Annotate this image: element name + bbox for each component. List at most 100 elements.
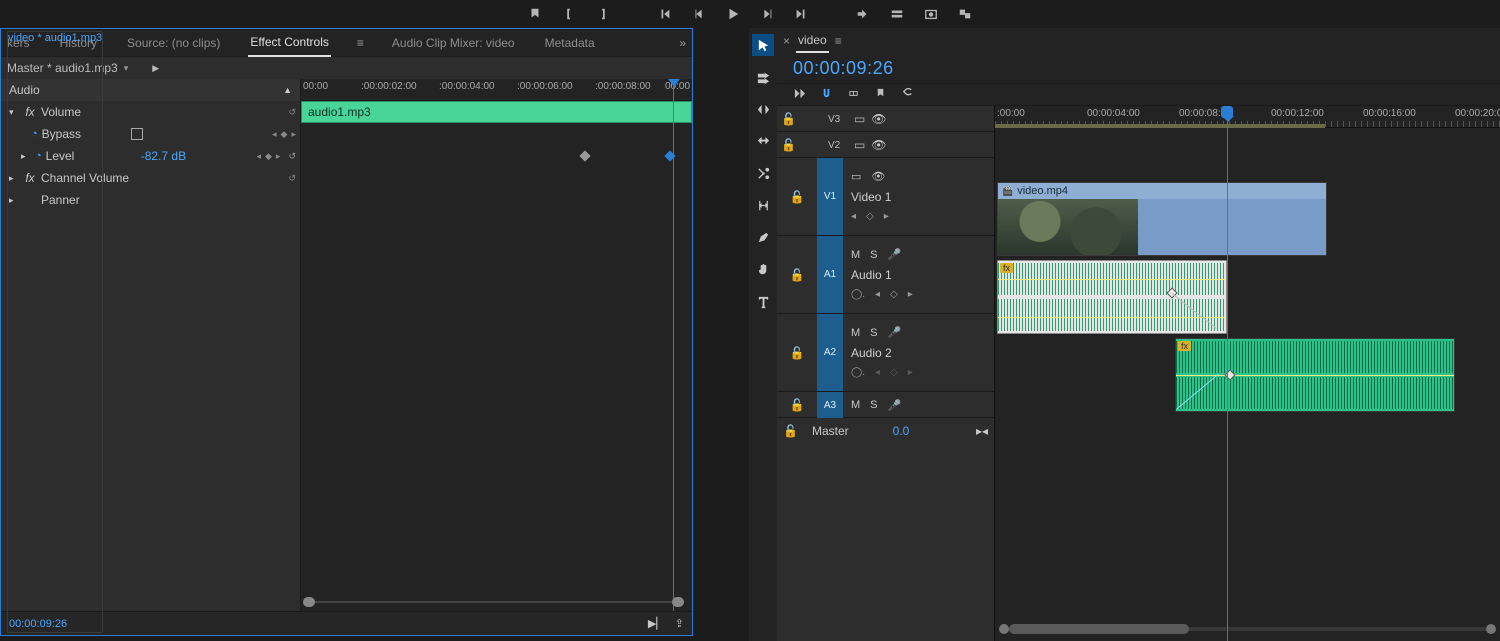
lock-a2-icon[interactable]: 🔓 bbox=[790, 346, 805, 360]
compare-icon[interactable] bbox=[957, 6, 973, 22]
effect-playhead[interactable] bbox=[673, 79, 674, 611]
panel-menu-icon[interactable]: ≡ bbox=[357, 36, 364, 50]
v1-tag[interactable]: V1 bbox=[817, 158, 843, 235]
kf-prev-level-icon[interactable]: ◂ bbox=[256, 151, 261, 162]
out-bracket-icon[interactable] bbox=[595, 6, 611, 22]
video-clip[interactable]: 🎬 video.mp4 bbox=[997, 182, 1327, 256]
timeline-timecode[interactable]: 00:00:09:26 bbox=[793, 58, 894, 79]
bypass-checkbox[interactable] bbox=[131, 128, 143, 140]
kf-next-level-icon[interactable]: ▸ bbox=[276, 151, 281, 162]
play-icon[interactable] bbox=[725, 6, 741, 22]
export-icon[interactable]: ⇪ bbox=[675, 617, 684, 630]
razor-tool-icon[interactable] bbox=[752, 162, 774, 184]
in-bracket-icon[interactable] bbox=[561, 6, 577, 22]
lock-a3-icon[interactable]: 🔓 bbox=[790, 398, 805, 412]
reset-chvol-icon[interactable]: ↺ bbox=[288, 173, 296, 184]
zoom-thumb-left[interactable] bbox=[303, 597, 315, 607]
v1-kf-next-icon[interactable]: ▸ bbox=[884, 211, 889, 222]
timeline-hscroll[interactable] bbox=[995, 623, 1500, 635]
clip-fx-icon[interactable]: 🎬 bbox=[1002, 186, 1013, 197]
crumb-play-icon[interactable]: ▶ bbox=[152, 63, 159, 74]
a1-kf-add-icon[interactable]: ◇ bbox=[890, 289, 898, 300]
overwrite-icon[interactable] bbox=[889, 6, 905, 22]
tab-audio-mixer[interactable]: Audio Clip Mixer: video bbox=[390, 30, 517, 56]
go-to-out-icon[interactable] bbox=[793, 6, 809, 22]
type-tool-icon[interactable] bbox=[752, 290, 774, 312]
tab-effect-controls[interactable]: Effect Controls bbox=[248, 29, 330, 57]
sequence-close-icon[interactable]: × bbox=[783, 34, 790, 48]
tab-source[interactable]: Source: (no clips) bbox=[125, 30, 222, 56]
a1-kf-next-icon[interactable]: ▸ bbox=[908, 289, 913, 300]
step-fwd-icon[interactable] bbox=[759, 6, 775, 22]
a1-kf-toggle-icon[interactable]: ◯. bbox=[851, 289, 865, 300]
audio2-clip[interactable]: fx bbox=[1175, 338, 1455, 412]
pen-tool-icon[interactable] bbox=[752, 226, 774, 248]
mute-a2[interactable]: M bbox=[851, 327, 860, 339]
hscroll-cap-right[interactable] bbox=[1486, 624, 1496, 634]
audio2-fx-badge-icon[interactable]: fx bbox=[1178, 341, 1191, 351]
lock-master-icon[interactable]: 🔓 bbox=[783, 424, 798, 438]
section-collapse-icon[interactable]: ▲ bbox=[283, 85, 292, 95]
track-select-tool-icon[interactable] bbox=[752, 66, 774, 88]
track-lanes[interactable]: :00:00 00:00:04:00 00:00:08:00 00:00:12:… bbox=[995, 106, 1500, 641]
zoom-thumb-right[interactable] bbox=[672, 597, 684, 607]
reset-level-icon[interactable]: ↺ bbox=[288, 151, 296, 162]
sequence-tab[interactable]: video bbox=[796, 29, 829, 53]
nest-icon[interactable] bbox=[793, 87, 806, 103]
keyframe-dot[interactable] bbox=[579, 150, 590, 161]
reset-volume-icon[interactable]: ↺ bbox=[288, 107, 296, 118]
a1-tag[interactable]: A1 bbox=[817, 236, 843, 313]
record-a2-icon[interactable]: 🎤 bbox=[888, 326, 902, 339]
kf-prev-icon[interactable]: ◂ bbox=[272, 129, 277, 140]
lock-a1-icon[interactable]: 🔓 bbox=[790, 268, 805, 282]
lock-v1-icon[interactable]: 🔓 bbox=[790, 190, 805, 204]
eye-v2-icon[interactable]: 👁 bbox=[871, 138, 886, 152]
a2-kf-prev-icon[interactable]: ◂ bbox=[875, 367, 880, 378]
level-value[interactable]: -82.7 dB bbox=[141, 149, 186, 163]
crumb-clip[interactable]: video * audio1.mp3 bbox=[7, 31, 103, 633]
go-to-in-icon[interactable] bbox=[657, 6, 673, 22]
target-v1-icon[interactable]: ▭ bbox=[851, 170, 861, 183]
linked-selection-icon[interactable] bbox=[847, 87, 860, 103]
record-a1-icon[interactable]: 🎤 bbox=[888, 248, 902, 261]
target-v3-icon[interactable]: ▭ bbox=[854, 112, 865, 126]
tab-metadata[interactable]: Metadata bbox=[543, 30, 597, 56]
timeline-playhead[interactable] bbox=[1227, 106, 1228, 641]
eye-v3-icon[interactable]: 👁 bbox=[871, 112, 886, 126]
master-collapse-icon[interactable]: ▸◂ bbox=[976, 424, 988, 438]
step-back-icon[interactable] bbox=[691, 6, 707, 22]
hand-tool-icon[interactable] bbox=[752, 258, 774, 280]
rate-stretch-tool-icon[interactable] bbox=[752, 130, 774, 152]
record-a3-icon[interactable]: 🎤 bbox=[888, 399, 902, 412]
sequence-menu-icon[interactable]: ≡ bbox=[835, 34, 842, 48]
v3-label[interactable]: V3 bbox=[828, 114, 848, 125]
ripple-edit-tool-icon[interactable] bbox=[752, 98, 774, 120]
snap-icon[interactable] bbox=[820, 87, 833, 103]
settings-icon[interactable] bbox=[901, 87, 914, 103]
loop-playback-icon[interactable]: ▶▏ bbox=[648, 617, 665, 630]
solo-a1[interactable]: S bbox=[870, 249, 877, 261]
marker-opt-icon[interactable] bbox=[874, 87, 887, 103]
v2-label[interactable]: V2 bbox=[828, 140, 848, 151]
v1-kf-add-icon[interactable]: ◇ bbox=[866, 211, 874, 222]
crumb-caret-icon[interactable]: ▾ bbox=[124, 63, 129, 74]
hscroll-thumb[interactable] bbox=[1009, 624, 1189, 634]
kf-add-level-icon[interactable]: ◆ bbox=[265, 151, 272, 162]
marker-icon[interactable] bbox=[527, 6, 543, 22]
a2-kf-add-icon[interactable]: ◇ bbox=[890, 367, 898, 378]
audio1-fx-badge-icon[interactable]: fx bbox=[1000, 263, 1013, 273]
timeline-ruler[interactable]: :00:00 00:00:04:00 00:00:08:00 00:00:12:… bbox=[995, 106, 1500, 128]
lock-v2-icon[interactable]: 🔓 bbox=[781, 138, 796, 152]
effect-clip-bar[interactable]: audio1.mp3 bbox=[301, 101, 692, 123]
target-v2-icon[interactable]: ▭ bbox=[854, 138, 865, 152]
a2-tag[interactable]: A2 bbox=[817, 314, 843, 391]
insert-icon[interactable] bbox=[855, 6, 871, 22]
eye-v1-icon[interactable]: 👁 bbox=[871, 170, 885, 183]
slip-tool-icon[interactable] bbox=[752, 194, 774, 216]
kf-add-icon[interactable]: ◆ bbox=[281, 129, 288, 140]
v1-kf-prev-icon[interactable]: ◂ bbox=[851, 211, 856, 222]
export-frame-icon[interactable] bbox=[923, 6, 939, 22]
effect-ruler[interactable]: 00:00 :00:00:02:00 :00:00:04:00 :00:00:0… bbox=[301, 79, 692, 101]
effect-zoom-bar[interactable] bbox=[303, 597, 684, 609]
master-value[interactable]: 0.0 bbox=[893, 424, 910, 438]
